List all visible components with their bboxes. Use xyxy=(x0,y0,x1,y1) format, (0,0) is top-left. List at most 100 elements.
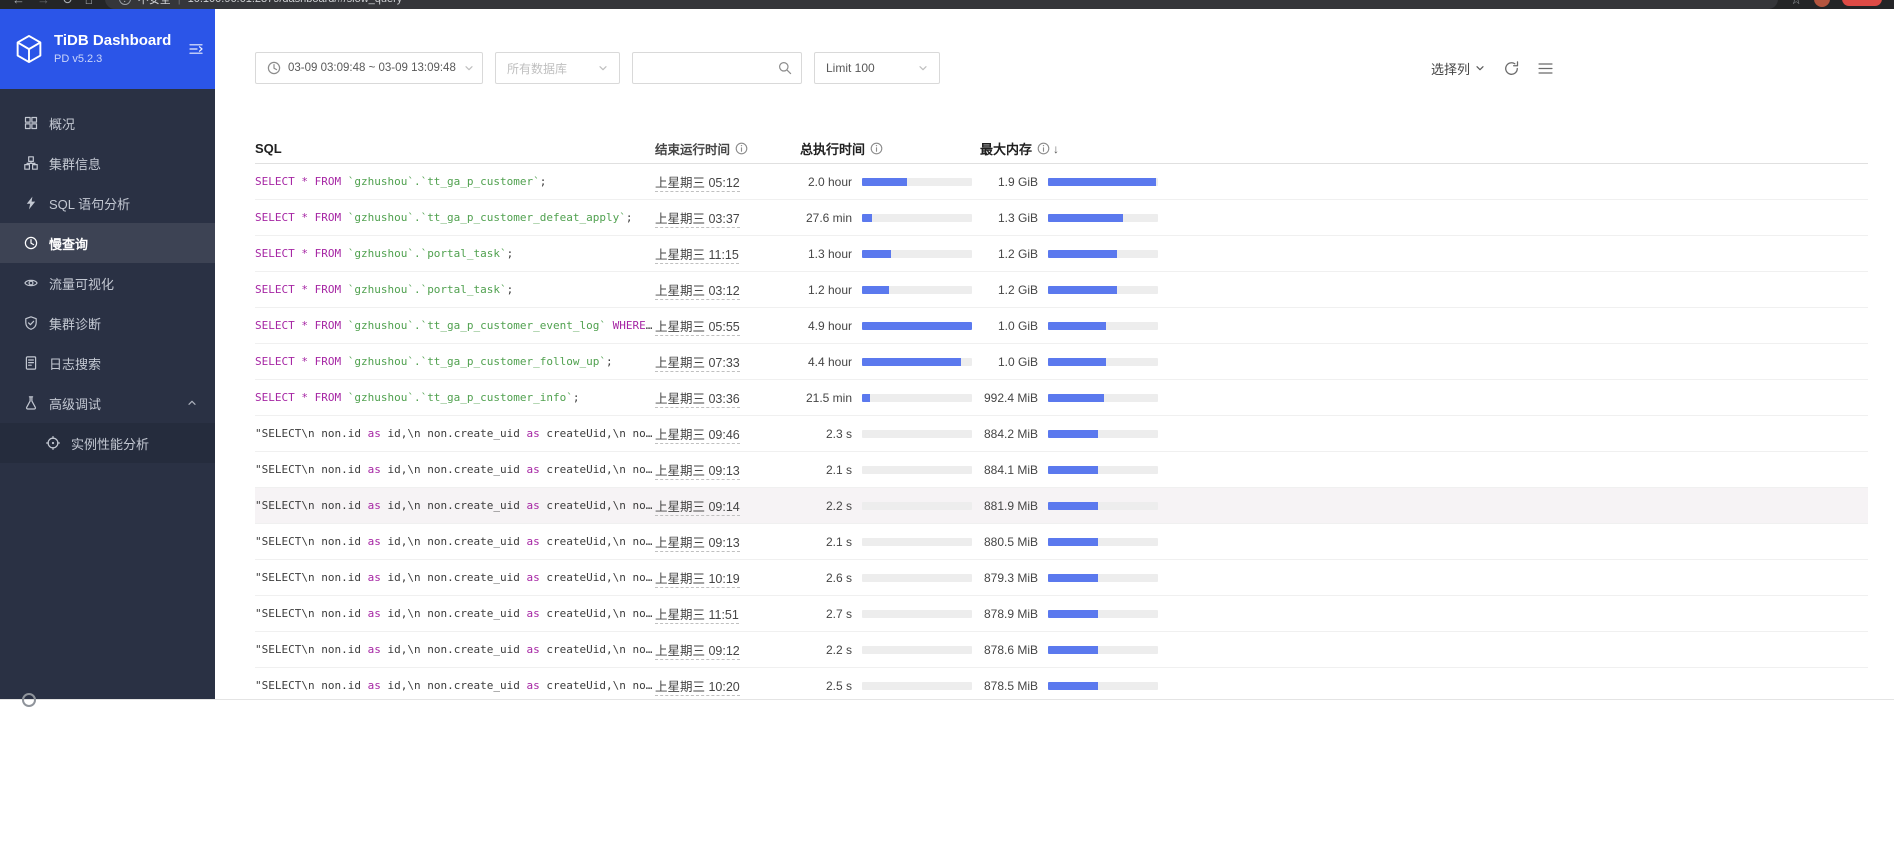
exec-time-cell: 2.5 s xyxy=(800,679,980,693)
header-label: SQL xyxy=(255,141,282,156)
sql-cell: "SELECT\n non.id as id,\n non.create_uid… xyxy=(255,643,653,656)
memory-value: 1.9 GiB xyxy=(997,174,1038,189)
memory-bar xyxy=(1048,213,1158,222)
reload-icon[interactable]: ↻ xyxy=(62,0,73,6)
table-row[interactable]: "SELECT\n non.id as id,\n non.create_uid… xyxy=(255,452,1868,488)
table-row[interactable]: SELECT * FROM `gzhushou`.`portal_task`; 上… xyxy=(255,272,1868,308)
exec-time-bar xyxy=(862,213,972,222)
overview-icon xyxy=(24,116,38,130)
info-icon xyxy=(870,142,883,155)
browser-update-badge[interactable] xyxy=(1842,0,1882,6)
browser-viewport: TiDB Dashboard PD v5.2.3 概况 集群信息 SQL 语句分析慢… xyxy=(0,9,1894,704)
below-window xyxy=(0,693,1894,848)
forward-icon[interactable]: → xyxy=(37,0,50,6)
memory-value: 881.9 MiB xyxy=(983,498,1038,513)
table-header: SQL 结束运行时间 总执行时间 最大内存 ↓ xyxy=(255,134,1868,164)
table-row[interactable]: "SELECT\n non.id as id,\n non.create_uid… xyxy=(255,524,1868,560)
log-search-icon xyxy=(24,356,38,370)
sql-analysis-icon xyxy=(24,196,38,210)
exec-time-value: 4.9 hour xyxy=(807,318,852,333)
table-menu-icon[interactable] xyxy=(1538,61,1553,76)
sidebar-header: TiDB Dashboard PD v5.2.3 xyxy=(0,9,215,89)
sql-cell: SELECT * FROM `gzhushou`.`tt_ga_p_custom… xyxy=(255,355,613,368)
time-range-picker[interactable]: 03-09 03:09:48 ~ 03-09 13:09:48 xyxy=(255,52,483,84)
limit-select[interactable]: Limit 100 xyxy=(814,52,940,84)
sidebar-item[interactable]: 慢查询 xyxy=(0,223,215,263)
table-row[interactable]: SELECT * FROM `gzhushou`.`tt_ga_p_custom… xyxy=(255,308,1868,344)
sidebar-item-label: 高级调试 xyxy=(49,396,102,412)
header-max-memory[interactable]: 最大内存 ↓ xyxy=(980,139,1190,158)
memory-cell: 878.5 MiB xyxy=(980,679,1190,693)
address-separator: | xyxy=(178,0,181,5)
refresh-icon[interactable] xyxy=(1504,60,1519,76)
end-time-cell: 上星期三 03:12 xyxy=(655,284,740,300)
address-bar[interactable]: ! 不安全 | 10.100.96.61:2379/dashboard/#/sl… xyxy=(104,0,1779,9)
bookmark-star-icon[interactable]: ☆ xyxy=(1790,0,1802,6)
table-row[interactable]: SELECT * FROM `gzhushou`.`portal_task`; 上… xyxy=(255,236,1868,272)
floating-circle-icon xyxy=(22,693,36,707)
sql-cell: "SELECT\n non.id as id,\n non.create_uid… xyxy=(255,679,653,692)
exec-time-value: 2.1 s xyxy=(825,534,852,549)
app-titles: TiDB Dashboard PD v5.2.3 xyxy=(54,32,171,67)
back-icon[interactable]: ← xyxy=(12,0,25,6)
table-row[interactable]: "SELECT\n non.id as id,\n non.create_uid… xyxy=(255,596,1868,632)
chevron-up-icon xyxy=(187,398,197,408)
collapse-sidebar-icon[interactable] xyxy=(189,42,203,56)
sidebar-item[interactable]: 概况 xyxy=(0,103,215,143)
exec-time-value: 4.4 hour xyxy=(807,354,852,369)
key-visualizer-icon xyxy=(24,276,38,290)
exec-time-value: 2.0 hour xyxy=(807,174,852,189)
exec-time-value: 2.5 s xyxy=(825,678,852,693)
profile-avatar[interactable] xyxy=(1814,0,1830,7)
memory-value: 1.0 GiB xyxy=(997,318,1038,333)
header-exec-time[interactable]: 总执行时间 xyxy=(800,139,980,158)
table-row[interactable]: SELECT * FROM `gzhushou`.`tt_ga_p_custom… xyxy=(255,164,1868,200)
table-row[interactable]: "SELECT\n non.id as id,\n non.create_uid… xyxy=(255,632,1868,668)
exec-time-bar xyxy=(862,177,972,186)
column-selector[interactable]: 选择列 xyxy=(1431,59,1485,78)
table-row[interactable]: SELECT * FROM `gzhushou`.`tt_ga_p_custom… xyxy=(255,380,1868,416)
exec-time-bar xyxy=(862,609,972,618)
exec-time-bar xyxy=(862,573,972,582)
memory-cell: 878.9 MiB xyxy=(980,607,1190,621)
memory-bar xyxy=(1048,501,1158,510)
memory-cell: 884.2 MiB xyxy=(980,427,1190,441)
header-sql[interactable]: SQL xyxy=(255,141,655,156)
exec-time-cell: 21.5 min xyxy=(800,391,980,405)
table-row[interactable]: "SELECT\n non.id as id,\n non.create_uid… xyxy=(255,560,1868,596)
sidebar-item[interactable]: 高级调试 xyxy=(0,383,215,423)
sidebar-item[interactable]: 集群信息 xyxy=(0,143,215,183)
exec-time-bar xyxy=(862,501,972,510)
debug-icon xyxy=(24,396,38,410)
memory-cell: 879.3 MiB xyxy=(980,571,1190,585)
sql-cell: SELECT * FROM `gzhushou`.`portal_task`; xyxy=(255,283,514,296)
sql-cell: "SELECT\n non.id as id,\n non.create_uid… xyxy=(255,499,653,512)
sidebar-item[interactable]: SQL 语句分析 xyxy=(0,183,215,223)
home-icon[interactable]: ⌂ xyxy=(85,0,93,6)
search-icon[interactable] xyxy=(778,61,792,75)
exec-time-cell: 1.3 hour xyxy=(800,247,980,261)
table-row[interactable]: "SELECT\n non.id as id,\n non.create_uid… xyxy=(255,488,1868,524)
sql-cell: "SELECT\n non.id as id,\n non.create_uid… xyxy=(255,607,653,620)
diagnostics-icon xyxy=(24,316,38,330)
memory-value: 1.0 GiB xyxy=(997,354,1038,369)
memory-cell: 992.4 MiB xyxy=(980,391,1190,405)
table-row[interactable]: SELECT * FROM `gzhushou`.`tt_ga_p_custom… xyxy=(255,200,1868,236)
sidebar-item[interactable]: 集群诊断 xyxy=(0,303,215,343)
header-end-time[interactable]: 结束运行时间 xyxy=(655,139,800,158)
sidebar-item[interactable]: 实例性能分析 xyxy=(0,423,215,463)
sidebar-item[interactable]: 流量可视化 xyxy=(0,263,215,303)
chevron-down-icon xyxy=(1475,63,1485,73)
table-row[interactable]: SELECT * FROM `gzhushou`.`tt_ga_p_custom… xyxy=(255,344,1868,380)
exec-time-cell: 2.2 s xyxy=(800,499,980,513)
time-range-value: 03-09 03:09:48 ~ 03-09 13:09:48 xyxy=(288,62,456,74)
table-row[interactable]: "SELECT\n non.id as id,\n non.create_uid… xyxy=(255,668,1868,704)
sidebar-item[interactable]: 日志搜索 xyxy=(0,343,215,383)
security-warning-icon: ! xyxy=(118,0,131,5)
database-select[interactable]: 所有数据库 xyxy=(495,52,620,84)
chevron-down-icon xyxy=(918,63,928,73)
table-row[interactable]: "SELECT\n non.id as id,\n non.create_uid… xyxy=(255,416,1868,452)
search-input[interactable] xyxy=(644,60,778,76)
sql-cell: "SELECT\n non.id as id,\n non.create_uid… xyxy=(255,463,653,476)
exec-time-cell: 2.1 s xyxy=(800,463,980,477)
